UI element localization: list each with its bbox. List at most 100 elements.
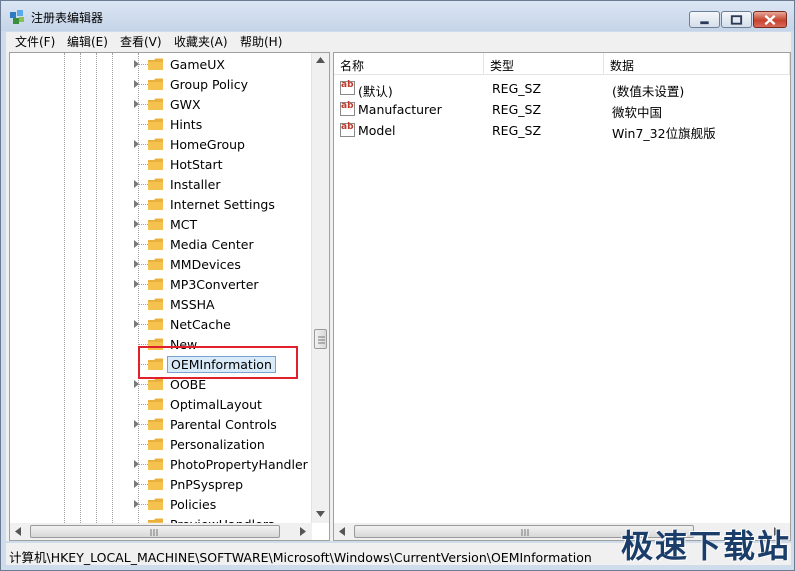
- expand-arrow-icon[interactable]: [134, 220, 139, 228]
- tree-node[interactable]: HomeGroup: [134, 135, 304, 155]
- tree-guide-line: [112, 53, 113, 533]
- window-title: 注册表编辑器: [31, 11, 104, 25]
- tree-vertical-scrollbar[interactable]: [311, 53, 329, 523]
- string-value-icon: [340, 80, 355, 95]
- scroll-left-icon[interactable]: [15, 527, 21, 536]
- value-type: REG_SZ: [492, 123, 542, 138]
- tree-node-label: PnPSysprep: [170, 477, 244, 492]
- regedit-app-icon: [10, 10, 24, 24]
- list-row[interactable]: Model REG_SZ Win7_32位旗舰版: [334, 120, 790, 141]
- title-bar[interactable]: 注册表编辑器: [1, 1, 794, 31]
- registry-tree[interactable]: GameUX Group Policy GWX Hints HomeGroup HotSt…: [9, 52, 330, 541]
- tree-vertical-thumb[interactable]: [314, 329, 327, 349]
- tree-node[interactable]: Internet Settings: [134, 195, 304, 215]
- value-data: Win7_32位旗舰版: [612, 126, 716, 141]
- close-button[interactable]: [753, 11, 787, 28]
- column-header-type[interactable]: 类型: [484, 53, 604, 75]
- folder-icon: [148, 458, 163, 470]
- tree-node[interactable]: Installer: [134, 175, 304, 195]
- tree-node[interactable]: MMDevices: [134, 255, 304, 275]
- expand-arrow-icon[interactable]: [134, 100, 139, 108]
- tree-horizontal-scrollbar[interactable]: [10, 523, 312, 540]
- expand-arrow-icon[interactable]: [134, 240, 139, 248]
- folder-icon: [148, 58, 163, 70]
- string-value-icon: [340, 101, 355, 116]
- tree-guide-line: [64, 53, 65, 533]
- folder-icon: [148, 258, 163, 270]
- expand-arrow-icon[interactable]: [134, 180, 139, 188]
- menu-file[interactable]: 文件(F): [15, 33, 55, 50]
- expand-arrow-icon[interactable]: [134, 420, 139, 428]
- expand-arrow-icon[interactable]: [134, 80, 139, 88]
- tree-node-label: GWX: [170, 97, 201, 112]
- scroll-right-icon[interactable]: [300, 527, 306, 536]
- tree-node[interactable]: NetCache: [134, 315, 304, 335]
- watermark: 极速下载站: [621, 527, 792, 565]
- tree-horizontal-thumb[interactable]: [30, 525, 280, 538]
- folder-icon: [148, 278, 163, 290]
- tree-guide-line: [80, 53, 81, 533]
- menu-help[interactable]: 帮助(H): [240, 33, 282, 50]
- tree-node[interactable]: Personalization: [134, 435, 304, 455]
- value-data: (数值未设置): [612, 84, 685, 99]
- tree-node-label: PhotoPropertyHandler: [170, 457, 308, 472]
- minimize-icon: [700, 21, 709, 25]
- folder-icon: [148, 478, 163, 490]
- tree-node[interactable]: PhotoPropertyHandler: [134, 455, 308, 475]
- folder-icon: [148, 238, 163, 250]
- expand-arrow-icon[interactable]: [134, 500, 139, 508]
- menu-favorites[interactable]: 收藏夹(A): [174, 33, 228, 50]
- client-area: GameUX Group Policy GWX Hints HomeGroup HotSt…: [6, 50, 791, 541]
- tree-node[interactable]: HotStart: [134, 155, 304, 175]
- grip-icon: [150, 529, 158, 536]
- tree-node-label: Installer: [170, 177, 221, 192]
- column-header-name[interactable]: 名称: [334, 53, 484, 75]
- scroll-down-icon[interactable]: [316, 511, 325, 517]
- folder-icon: [148, 498, 163, 510]
- folder-icon: [148, 98, 163, 110]
- tree-node[interactable]: Media Center: [134, 235, 304, 255]
- close-icon: [764, 14, 776, 26]
- tree-node-label: Internet Settings: [170, 197, 275, 212]
- folder-icon: [148, 78, 163, 90]
- expand-arrow-icon[interactable]: [134, 480, 139, 488]
- tree-node[interactable]: Policies: [134, 495, 304, 515]
- expand-arrow-icon[interactable]: [134, 260, 139, 268]
- menu-view[interactable]: 查看(V): [120, 33, 162, 50]
- tree-node[interactable]: Parental Controls: [134, 415, 304, 435]
- expand-arrow-icon[interactable]: [134, 460, 139, 468]
- folder-icon: [148, 298, 163, 310]
- tree-node[interactable]: PnPSysprep: [134, 475, 304, 495]
- expand-arrow-icon[interactable]: [134, 140, 139, 148]
- column-header-data-label: 数据: [610, 59, 635, 73]
- list-row[interactable]: Manufacturer REG_SZ 微软中国: [334, 99, 790, 120]
- tree-node-label: NetCache: [170, 317, 231, 332]
- tree-node[interactable]: GWX: [134, 95, 304, 115]
- folder-icon: [148, 398, 163, 410]
- folder-icon: [148, 438, 163, 450]
- expand-arrow-icon[interactable]: [134, 320, 139, 328]
- tree-node[interactable]: GameUX: [134, 55, 304, 75]
- expand-arrow-icon[interactable]: [134, 280, 139, 288]
- tree-node[interactable]: OptimalLayout: [134, 395, 304, 415]
- column-header-data[interactable]: 数据: [604, 53, 790, 75]
- list-row[interactable]: (默认) REG_SZ (数值未设置): [334, 78, 790, 99]
- tree-node[interactable]: MCT: [134, 215, 304, 235]
- minimize-button[interactable]: [689, 11, 720, 28]
- folder-icon: [148, 418, 163, 430]
- scroll-up-icon[interactable]: [316, 57, 325, 63]
- tree-node[interactable]: MP3Converter: [134, 275, 304, 295]
- tree-node[interactable]: Group Policy: [134, 75, 304, 95]
- expand-arrow-icon[interactable]: [134, 380, 139, 388]
- tree-node-label: Personalization: [170, 437, 265, 452]
- tree-node[interactable]: MSSHA: [134, 295, 304, 315]
- menu-edit[interactable]: 编辑(E): [67, 33, 108, 50]
- maximize-button[interactable]: [721, 11, 752, 28]
- column-header-name-label: 名称: [340, 59, 365, 73]
- tree-node[interactable]: Hints: [134, 115, 304, 135]
- expand-arrow-icon[interactable]: [134, 60, 139, 68]
- values-list[interactable]: 名称 类型 数据 (默认) REG_SZ (数值未设置) Manufacture…: [333, 52, 791, 541]
- status-path: 计算机\HKEY_LOCAL_MACHINE\SOFTWARE\Microsof…: [9, 550, 592, 565]
- scroll-left-icon[interactable]: [339, 527, 345, 536]
- expand-arrow-icon[interactable]: [134, 200, 139, 208]
